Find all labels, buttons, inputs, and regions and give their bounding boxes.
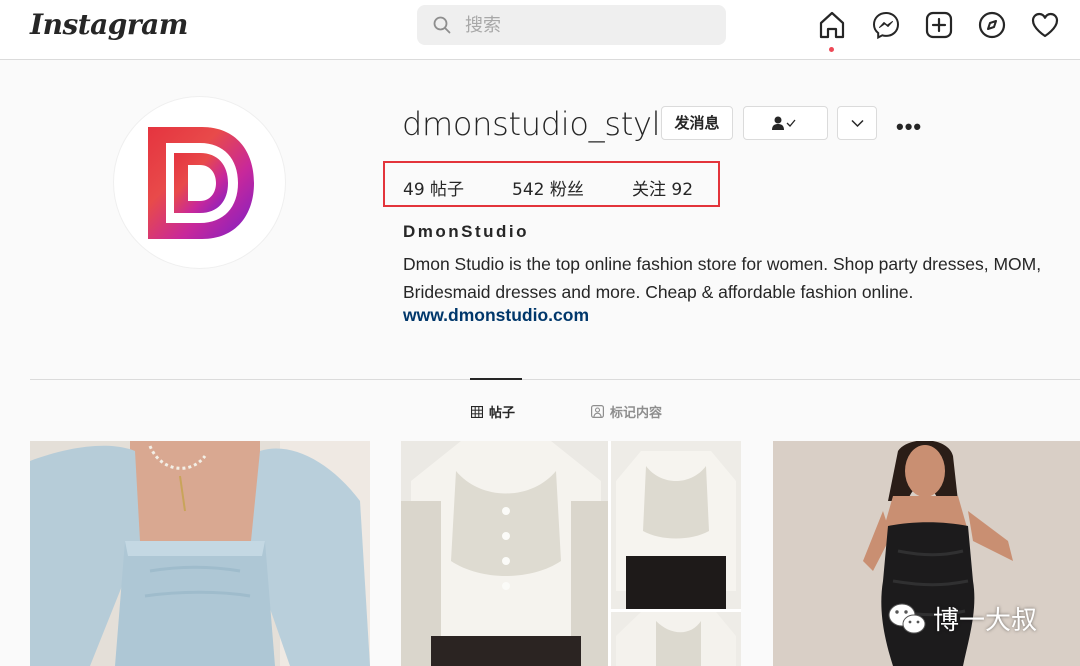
post-image-lace-blouse bbox=[401, 441, 741, 666]
tab-posts-label: 帖子 bbox=[489, 406, 516, 421]
search-icon bbox=[433, 16, 451, 34]
new-post-icon[interactable] bbox=[924, 10, 954, 40]
search-input[interactable] bbox=[465, 13, 705, 37]
post-thumbnail-2[interactable] bbox=[401, 441, 741, 666]
website-link[interactable]: www.dmonstudio.com bbox=[403, 305, 589, 326]
tabs-divider bbox=[30, 379, 1080, 380]
more-options-icon[interactable]: ••• bbox=[896, 114, 922, 140]
wechat-icon bbox=[888, 603, 926, 633]
tab-posts[interactable]: 帖子 bbox=[471, 402, 515, 421]
home-icon[interactable] bbox=[817, 10, 847, 40]
bio-line-2: Bridesmaid dresses and more. Cheap & aff… bbox=[403, 282, 914, 302]
bio-line-1: Dmon Studio is the top online fashion st… bbox=[403, 254, 1042, 274]
instagram-logo[interactable]: Instagram bbox=[30, 8, 188, 41]
grid-icon bbox=[471, 405, 483, 418]
wechat-watermark: 博一大叔 bbox=[887, 600, 1037, 637]
following-button[interactable] bbox=[743, 106, 828, 140]
following-count[interactable]: 关注 92 bbox=[632, 175, 693, 200]
dmon-studio-logo bbox=[148, 127, 254, 239]
post-image-light-blue-dress bbox=[30, 441, 370, 666]
tab-tagged[interactable]: 标记内容 bbox=[591, 402, 662, 421]
post-thumbnail-1[interactable] bbox=[30, 441, 370, 666]
person-check-icon bbox=[772, 116, 796, 130]
active-tab-indicator bbox=[470, 378, 522, 380]
top-navigation-bar: Instagram bbox=[0, 0, 1080, 60]
posts-count[interactable]: 49 帖子 bbox=[403, 175, 464, 200]
profile-full-name: DmonStudio bbox=[403, 222, 530, 241]
suggested-dropdown-button[interactable] bbox=[837, 106, 877, 140]
tab-tagged-label: 标记内容 bbox=[610, 406, 663, 421]
profile-avatar[interactable] bbox=[113, 96, 286, 269]
notification-dot bbox=[829, 47, 834, 52]
activity-heart-icon[interactable] bbox=[1030, 10, 1060, 40]
explore-compass-icon[interactable] bbox=[977, 10, 1007, 40]
watermark-text: 博一大叔 bbox=[933, 606, 1038, 636]
profile-username: dmonstudio_style bbox=[402, 105, 680, 143]
search-bar[interactable] bbox=[417, 5, 726, 45]
messenger-icon[interactable] bbox=[871, 10, 901, 40]
followers-count[interactable]: 542 粉丝 bbox=[512, 175, 584, 200]
message-button[interactable]: 发消息 bbox=[661, 106, 733, 140]
tag-person-icon bbox=[591, 405, 604, 418]
chevron-down-icon bbox=[851, 119, 864, 128]
